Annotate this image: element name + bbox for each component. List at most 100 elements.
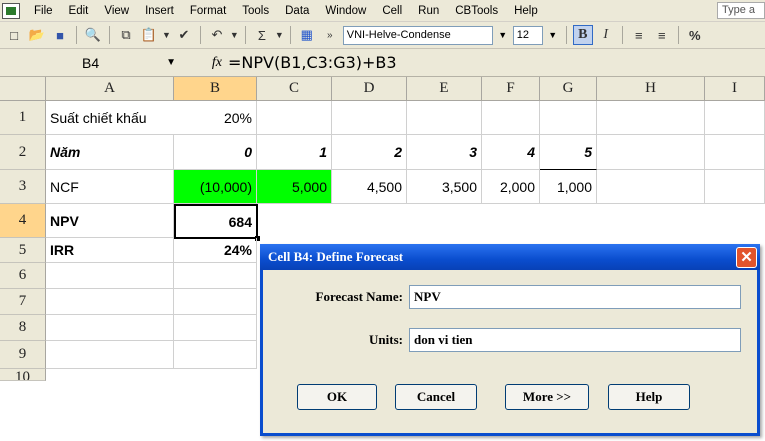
menu-tools[interactable]: Tools (234, 5, 277, 17)
undo-icon[interactable]: ↶ (207, 25, 227, 45)
row-header-2[interactable]: 2 (0, 135, 46, 170)
percent-style-button[interactable]: % (685, 25, 705, 45)
new-document-icon[interactable]: □ (4, 25, 24, 45)
cell-a8[interactable] (46, 315, 174, 341)
format-painter-icon[interactable]: ✔ (174, 25, 194, 45)
toolbar-options-icon[interactable]: » (320, 25, 340, 45)
cell-b3[interactable]: (10,000) (174, 170, 257, 204)
select-all-corner[interactable] (0, 77, 46, 101)
menu-data[interactable]: Data (277, 5, 317, 17)
menu-window[interactable]: Window (317, 5, 374, 17)
menu-file[interactable]: File (26, 5, 61, 17)
menu-format[interactable]: Format (182, 5, 234, 17)
menu-run[interactable]: Run (410, 5, 447, 17)
cell-g2[interactable]: 5 (540, 135, 597, 170)
excel-app-icon[interactable] (2, 2, 20, 19)
menu-cbtools[interactable]: CBTools (447, 5, 506, 17)
bold-button[interactable]: B (572, 25, 593, 45)
undo-dropdown-icon[interactable]: ▼ (230, 30, 239, 40)
more-button[interactable]: More >> (505, 384, 589, 410)
menu-view[interactable]: View (96, 5, 137, 17)
cell-d3[interactable]: 4,500 (332, 170, 407, 204)
cell-e3[interactable]: 3,500 (407, 170, 482, 204)
row-header-6[interactable]: 6 (0, 263, 46, 289)
cell-g1[interactable] (540, 101, 597, 135)
cell-a4[interactable]: NPV (46, 204, 174, 238)
autosum-dropdown-icon[interactable]: ▼ (275, 30, 284, 40)
cell-i3[interactable] (705, 170, 765, 204)
row-header-10[interactable]: 10 (0, 369, 46, 381)
formula-input[interactable]: =NPV(B1,C3:G3)+B3 (228, 53, 397, 72)
cell-c3[interactable]: 5,000 (257, 170, 332, 204)
cell-h2[interactable] (597, 135, 705, 170)
cell-b1[interactable]: 20% (174, 101, 257, 135)
save-icon[interactable]: ■ (50, 25, 70, 45)
row-header-8[interactable]: 8 (0, 315, 46, 341)
row-header-3[interactable]: 3 (0, 170, 46, 204)
row-header-1[interactable]: 1 (0, 101, 46, 135)
cell-d2[interactable]: 2 (332, 135, 407, 170)
cell-f2[interactable]: 4 (482, 135, 540, 170)
cell-a1[interactable]: Suất chiết khấu (46, 101, 174, 135)
cell-c1[interactable] (257, 101, 332, 135)
forecast-name-field[interactable]: NPV (409, 285, 741, 309)
dialog-title-bar[interactable]: Cell B4: Define Forecast ✕ (260, 244, 760, 270)
name-box[interactable]: B4 ▼ (4, 52, 182, 74)
column-header-b[interactable]: B (174, 77, 257, 101)
cell-f3[interactable]: 2,000 (482, 170, 540, 204)
row-header-9[interactable]: 9 (0, 341, 46, 369)
help-button[interactable]: Help (608, 384, 690, 410)
column-header-f[interactable]: F (482, 77, 540, 101)
cell-b2[interactable]: 0 (174, 135, 257, 170)
align-left-icon[interactable]: ≡ (629, 25, 649, 45)
units-field[interactable]: don vi tien (409, 328, 741, 352)
cell-b8[interactable] (174, 315, 257, 341)
font-size-field[interactable]: 12 (512, 25, 543, 45)
cell-h1[interactable] (597, 101, 705, 135)
font-name-dropdown-icon[interactable]: ▼ (496, 26, 510, 45)
copy-icon[interactable]: ⧉ (116, 25, 136, 45)
cell-i1[interactable] (705, 101, 765, 135)
close-icon[interactable]: ✕ (736, 247, 757, 268)
cell-c2[interactable]: 1 (257, 135, 332, 170)
insert-function-icon[interactable]: fx (182, 55, 222, 71)
column-header-i[interactable]: I (705, 77, 765, 101)
paste-dropdown-icon[interactable]: ▼ (162, 30, 171, 40)
paste-icon[interactable]: 📋 (139, 25, 159, 45)
menu-insert[interactable]: Insert (137, 5, 182, 17)
cell-f1[interactable] (482, 101, 540, 135)
column-header-a[interactable]: A (46, 77, 174, 101)
align-center-icon[interactable]: ≡ (652, 25, 672, 45)
row-header-4[interactable]: 4 (0, 204, 46, 238)
font-name-field[interactable]: VNI-Helve-Condense (342, 25, 493, 45)
row-header-5[interactable]: 5 (0, 238, 46, 263)
row-header-7[interactable]: 7 (0, 289, 46, 315)
menu-cell[interactable]: Cell (374, 5, 410, 17)
autosum-icon[interactable]: Σ (252, 25, 272, 45)
open-folder-icon[interactable]: 📂 (27, 25, 47, 45)
cell-h3[interactable] (597, 170, 705, 204)
cell-a5[interactable]: IRR (46, 238, 174, 263)
column-header-d[interactable]: D (332, 77, 407, 101)
type-question-box[interactable]: Type a (717, 2, 765, 19)
cell-b6[interactable] (174, 263, 257, 289)
menu-edit[interactable]: Edit (61, 5, 97, 17)
cell-b9[interactable] (174, 341, 257, 369)
cell-d1[interactable] (332, 101, 407, 135)
name-box-dropdown-icon[interactable]: ▼ (166, 57, 176, 68)
cell-e2[interactable]: 3 (407, 135, 482, 170)
column-header-h[interactable]: H (597, 77, 705, 101)
cell-a2[interactable]: Năm (46, 135, 174, 170)
chart-wizard-icon[interactable]: ▦ (297, 25, 317, 45)
cell-a6[interactable] (46, 263, 174, 289)
cell-a9[interactable] (46, 341, 174, 369)
font-size-dropdown-icon[interactable]: ▼ (546, 26, 560, 45)
cell-b5[interactable]: 24% (174, 238, 257, 263)
cell-a7[interactable] (46, 289, 174, 315)
column-header-c[interactable]: C (257, 77, 332, 101)
cell-i2[interactable] (705, 135, 765, 170)
column-header-g[interactable]: G (540, 77, 597, 101)
column-header-e[interactable]: E (407, 77, 482, 101)
cell-a3[interactable]: NCF (46, 170, 174, 204)
print-preview-icon[interactable]: 🔍 (83, 25, 103, 45)
